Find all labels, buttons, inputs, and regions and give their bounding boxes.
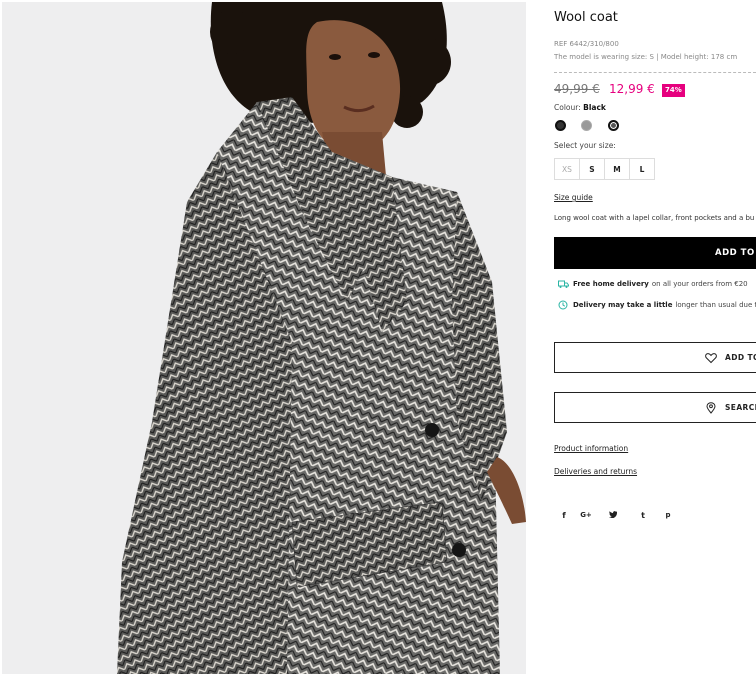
truck-icon <box>558 279 569 289</box>
product-details-panel: Wool coat REF 6442/310/800 The model is … <box>554 0 756 676</box>
heart-icon <box>705 352 717 364</box>
deliveries-returns-link[interactable]: Deliveries and returns <box>554 467 637 476</box>
size-option-s[interactable]: S <box>579 158 605 180</box>
location-pin-icon <box>705 401 717 414</box>
twitter-icon[interactable] <box>598 511 628 520</box>
free-delivery-text: on all your orders from €20 <box>651 280 748 288</box>
size-option-l[interactable]: L <box>629 158 655 180</box>
product-information-link[interactable]: Product information <box>554 444 628 453</box>
size-guide-link[interactable]: Size guide <box>554 193 593 202</box>
colour-label: Colour: Black <box>554 103 606 112</box>
size-option-m[interactable]: M <box>604 158 630 180</box>
free-delivery-bold: Free home delivery <box>573 280 649 288</box>
product-image <box>2 2 526 674</box>
social-share: f G+ t p <box>554 511 678 520</box>
original-price: 49,99 € <box>554 82 600 96</box>
discount-badge: 74% <box>662 84 685 97</box>
facebook-icon[interactable]: f <box>554 511 574 520</box>
product-title: Wool coat <box>554 10 618 25</box>
add-to-wishlist-label: ADD TO <box>725 353 756 362</box>
tumblr-icon[interactable]: t <box>628 511 658 520</box>
add-to-wishlist-button[interactable]: ADD TO <box>554 342 756 373</box>
search-in-store-button[interactable]: SEARCH <box>554 392 756 423</box>
colour-swatch-dark[interactable] <box>608 120 619 131</box>
add-to-bag-button[interactable]: ADD TO B <box>554 237 756 269</box>
delivery-delay-text: longer than usual due t <box>675 301 756 309</box>
colour-value: Black <box>583 103 606 112</box>
product-description: Long wool coat with a lapel collar, fron… <box>554 214 755 222</box>
delivery-delay-info: Delivery may take a little longer than u… <box>558 300 756 310</box>
colour-label-text: Colour: <box>554 103 584 112</box>
product-reference: REF 6442/310/800 <box>554 40 619 48</box>
colour-swatch-black[interactable] <box>555 120 566 131</box>
size-option-xs[interactable]: XS <box>554 158 580 180</box>
divider <box>554 72 756 73</box>
delivery-delay-bold: Delivery may take a little <box>573 301 673 309</box>
clock-icon <box>558 300 569 310</box>
pinterest-icon[interactable]: p <box>658 511 678 520</box>
model-info: The model is wearing size: S | Model hei… <box>554 53 738 61</box>
sale-price: 12,99 € <box>609 82 655 96</box>
size-selector: XS S M L <box>554 158 655 180</box>
google-plus-icon[interactable]: G+ <box>574 511 598 520</box>
colour-swatch-grey[interactable] <box>581 120 592 131</box>
select-size-label: Select your size: <box>554 141 616 150</box>
free-delivery-info: Free home delivery on all your orders fr… <box>558 279 748 289</box>
search-in-store-label: SEARCH <box>725 403 756 412</box>
